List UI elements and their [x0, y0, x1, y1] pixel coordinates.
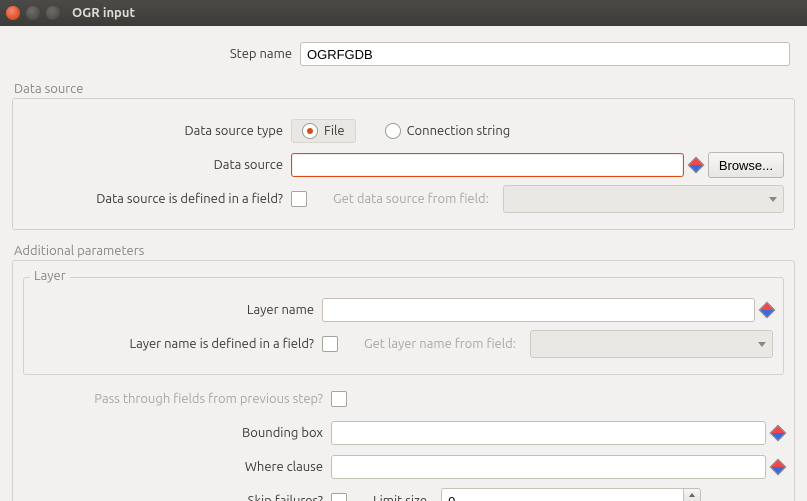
- layer-name-row: Layer name: [34, 296, 773, 324]
- browse-button[interactable]: Browse...: [708, 152, 784, 178]
- radio-file[interactable]: File: [291, 119, 356, 143]
- bbox-input[interactable]: [331, 421, 766, 445]
- limit-label: Limit size: [353, 494, 435, 501]
- maximize-icon[interactable]: [46, 6, 60, 20]
- bbox-label: Bounding box: [23, 426, 331, 440]
- variable-icon[interactable]: [690, 159, 702, 171]
- variable-icon[interactable]: [772, 427, 784, 439]
- where-input[interactable]: [331, 455, 766, 479]
- passthrough-row: Pass through fields from previous step?: [23, 385, 784, 413]
- titlebar: OGR input: [0, 0, 807, 26]
- layer-infield-checkbox[interactable]: [322, 336, 338, 352]
- skip-label: Skip failures?: [23, 494, 331, 501]
- data-source-group: Data source type File Connection string …: [12, 98, 795, 230]
- layer-legend: Layer: [30, 269, 70, 283]
- layer-group: Layer Layer name Layer name is defined i…: [23, 277, 784, 375]
- radio-conn-label: Connection string: [407, 124, 511, 138]
- content-area: Step name Data source Data source type F…: [0, 26, 807, 501]
- chevron-down-icon: [769, 197, 777, 202]
- passthrough-checkbox[interactable]: [331, 391, 347, 407]
- skip-checkbox[interactable]: [331, 493, 347, 501]
- radio-circle-icon: [385, 123, 401, 139]
- data-source-fromfield-select: [503, 185, 784, 213]
- layer-name-input[interactable]: [322, 298, 755, 322]
- data-source-section-label: Data source: [14, 82, 795, 96]
- data-source-infield-checkbox[interactable]: [291, 191, 307, 207]
- spinner-up-icon[interactable]: [684, 489, 700, 501]
- where-label: Where clause: [23, 460, 331, 474]
- step-name-label: Step name: [12, 47, 300, 61]
- chevron-down-icon: [758, 342, 766, 347]
- limit-input[interactable]: [441, 488, 683, 501]
- variable-icon[interactable]: [761, 304, 773, 316]
- window-title: OGR input: [72, 6, 135, 20]
- data-source-label: Data source: [23, 158, 291, 172]
- limit-spinner[interactable]: [441, 488, 701, 501]
- step-name-row: Step name: [12, 40, 795, 68]
- additional-group: Layer Layer name Layer name is defined i…: [12, 260, 795, 501]
- data-source-type-row: Data source type File Connection string: [23, 117, 784, 145]
- dialog-window: OGR input Step name Data source Data sou…: [0, 0, 807, 501]
- layer-name-label: Layer name: [34, 303, 322, 317]
- step-name-input[interactable]: [300, 42, 790, 66]
- data-source-input[interactable]: [291, 153, 684, 177]
- data-source-infield-row: Data source is defined in a field? Get d…: [23, 185, 784, 213]
- radio-connection-string[interactable]: Connection string: [374, 119, 522, 143]
- data-source-infield-label: Data source is defined in a field?: [23, 192, 291, 206]
- data-source-fromfield-label: Get data source from field:: [313, 192, 497, 206]
- additional-section-label: Additional parameters: [14, 244, 795, 258]
- skip-limit-row: Skip failures? Limit size: [23, 487, 784, 501]
- close-icon[interactable]: [6, 6, 20, 20]
- data-source-type-label: Data source type: [23, 124, 291, 138]
- layer-fromfield-label: Get layer name from field:: [344, 337, 524, 351]
- data-source-row: Data source Browse...: [23, 151, 784, 179]
- layer-fromfield-select: [530, 330, 773, 358]
- variable-icon[interactable]: [772, 461, 784, 473]
- radio-dot-icon: [302, 123, 318, 139]
- bbox-row: Bounding box: [23, 419, 784, 447]
- radio-file-label: File: [324, 124, 345, 138]
- where-row: Where clause: [23, 453, 784, 481]
- layer-infield-label: Layer name is defined in a field?: [34, 337, 322, 351]
- minimize-icon[interactable]: [26, 6, 40, 20]
- layer-infield-row: Layer name is defined in a field? Get la…: [34, 330, 773, 358]
- passthrough-label: Pass through fields from previous step?: [23, 392, 331, 406]
